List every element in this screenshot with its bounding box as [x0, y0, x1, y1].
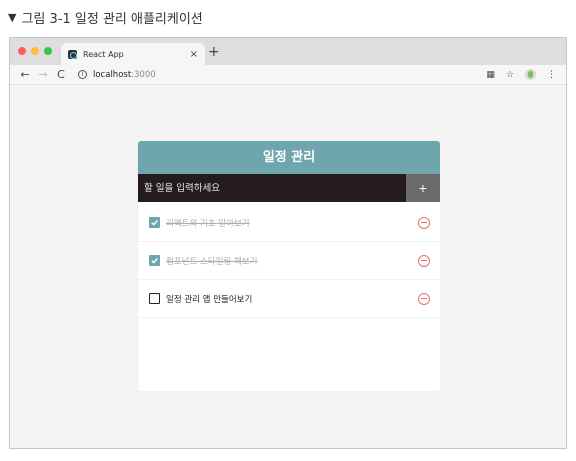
todo-checkbox-unchecked[interactable] [149, 293, 160, 304]
checkmark-icon [151, 258, 158, 264]
reload-button[interactable]: C [52, 68, 70, 81]
todo-item: 컴포넌트 스타일링 해보기 [138, 242, 440, 280]
remove-minus-icon[interactable] [418, 254, 430, 267]
toolbar-icons: ▦ ☆ ⋮ [486, 69, 556, 80]
remove-minus-icon[interactable] [418, 216, 430, 229]
todo-checkbox-checked[interactable] [149, 217, 160, 228]
bookmark-star-icon[interactable]: ☆ [506, 70, 514, 80]
minimize-window-button[interactable] [31, 47, 39, 55]
tab-close-icon[interactable]: × [190, 49, 198, 60]
caption-marker-icon: ▼ [8, 11, 17, 24]
browser-window: React App × + ← → C i localhost:3000 ▦ ☆… [9, 37, 567, 449]
checkmark-icon [151, 220, 158, 226]
maximize-window-button[interactable] [44, 47, 52, 55]
tab-bar: React App × + [10, 38, 566, 65]
todo-template: 일정 관리 + 리액트의 기초 알아보기 컴포넌트 스타일링 해보기 [138, 141, 440, 391]
extension-icon[interactable] [525, 69, 536, 80]
translate-icon[interactable]: ▦ [486, 70, 495, 80]
browser-menu-icon[interactable]: ⋮ [547, 70, 556, 80]
address-bar: ← → C i localhost:3000 ▦ ☆ ⋮ [10, 65, 566, 85]
todo-insert-form: + [138, 174, 440, 202]
react-favicon-icon [68, 49, 77, 59]
new-tab-button[interactable]: + [208, 44, 220, 60]
page-viewport: 일정 관리 + 리액트의 기초 알아보기 컴포넌트 스타일링 해보기 [10, 86, 566, 448]
url-field[interactable]: localhost:3000 [93, 70, 486, 80]
url-host: localhost [93, 69, 132, 80]
forward-button[interactable]: → [34, 68, 52, 81]
back-button[interactable]: ← [16, 68, 34, 81]
app-title: 일정 관리 [138, 141, 440, 174]
add-todo-button[interactable]: + [406, 174, 440, 202]
todo-text: 일정 관리 앱 만들어보기 [166, 294, 253, 305]
todo-list: 리액트의 기초 알아보기 컴포넌트 스타일링 해보기 일정 관리 앱 만들어보기 [138, 202, 440, 318]
todo-checkbox-checked[interactable] [149, 255, 160, 266]
tab-react-app[interactable]: React App × [61, 43, 205, 65]
site-info-icon[interactable]: i [78, 70, 87, 79]
close-window-button[interactable] [18, 47, 26, 55]
url-port: :3000 [131, 69, 156, 80]
tab-title: React App [83, 49, 124, 59]
todo-text: 리액트의 기초 알아보기 [166, 218, 250, 229]
caption-text: 그림 3-1 일정 관리 애플리케이션 [21, 12, 203, 27]
figure-caption: ▼ 그림 3-1 일정 관리 애플리케이션 [8, 8, 203, 27]
remove-minus-icon[interactable] [418, 292, 430, 305]
todo-text: 컴포넌트 스타일링 해보기 [166, 256, 258, 267]
todo-input[interactable] [138, 174, 406, 202]
window-controls [18, 47, 52, 55]
todo-item: 리액트의 기초 알아보기 [138, 204, 440, 242]
todo-item: 일정 관리 앱 만들어보기 [138, 280, 440, 318]
